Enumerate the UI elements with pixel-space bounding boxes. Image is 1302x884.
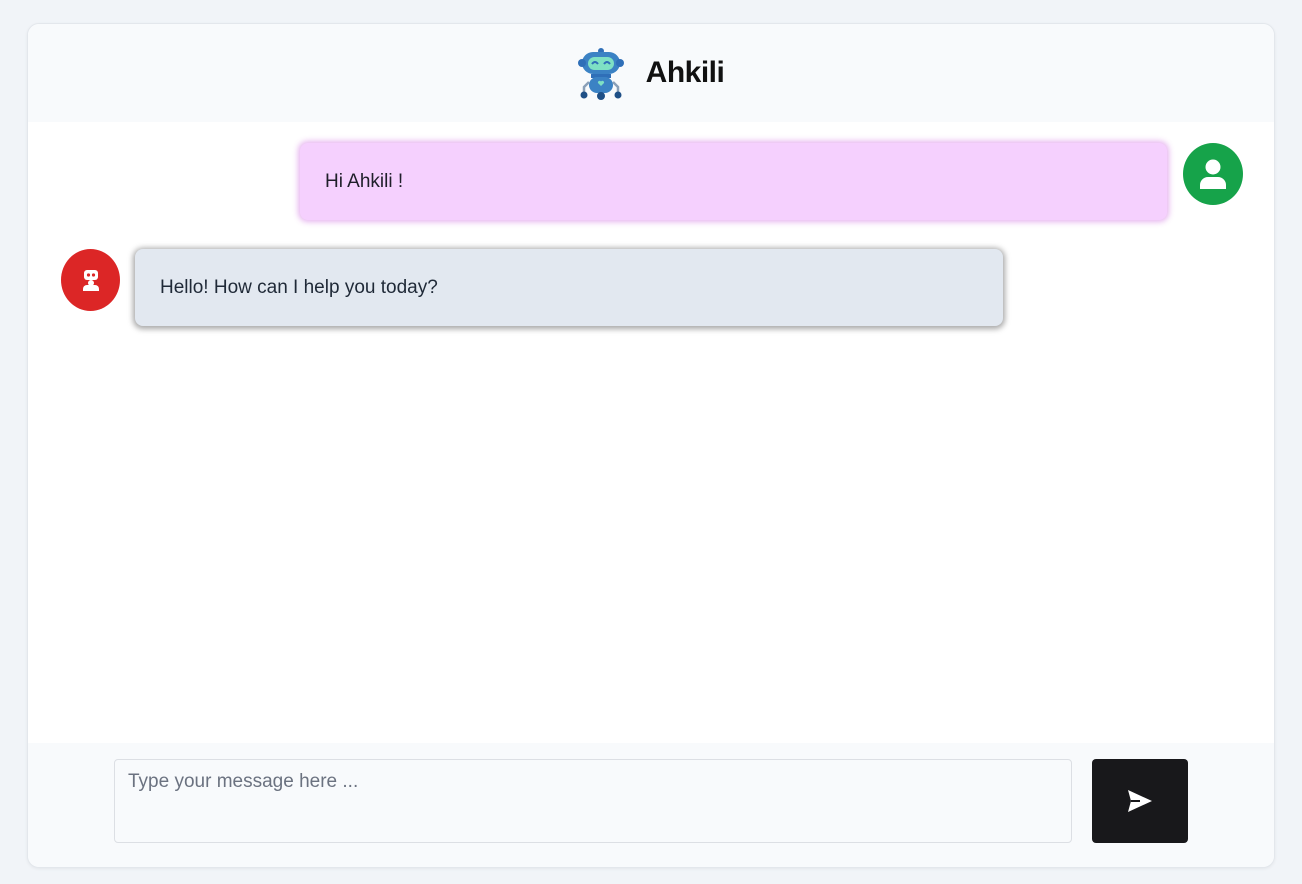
send-button[interactable] [1092, 759, 1188, 843]
robot-icon [82, 270, 99, 291]
user-message-bubble: Hi Ahkili ! [300, 143, 1167, 220]
chat-window: Ahkili Hi Ahkili ! Hello! How can I help… [27, 23, 1275, 868]
app-title: Ahkili [645, 56, 725, 89]
user-icon [1200, 159, 1226, 189]
message-text: Hello! How can I help you today? [160, 276, 438, 298]
message-composer [28, 743, 1274, 867]
bot-avatar [61, 249, 120, 311]
message-text: Hi Ahkili ! [325, 170, 404, 192]
user-avatar [1183, 143, 1243, 205]
chat-header: Ahkili [28, 24, 1274, 122]
bot-message-bubble: Hello! How can I help you today? [135, 249, 1003, 326]
robot-logo-icon [577, 48, 624, 100]
message-list: Hi Ahkili ! Hello! How can I help you to… [28, 122, 1274, 743]
message-input[interactable] [114, 759, 1072, 843]
send-icon [1128, 790, 1152, 812]
